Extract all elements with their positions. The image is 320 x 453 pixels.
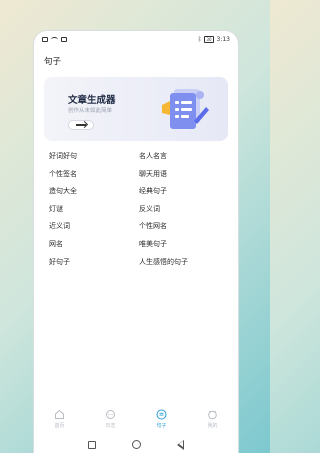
- wifi-icon: [51, 36, 58, 42]
- arrow-right-icon: [76, 124, 86, 126]
- category-item[interactable]: 好句子: [49, 257, 139, 275]
- category-item[interactable]: 反义词: [139, 204, 229, 222]
- banner-arrow-button[interactable]: [68, 120, 94, 130]
- category-item[interactable]: 唯美句子: [139, 239, 229, 257]
- system-nav-bar: [34, 435, 238, 453]
- notification-icon: [42, 36, 48, 42]
- tab-home[interactable]: 首页: [40, 409, 80, 429]
- tab-profile[interactable]: 我的: [193, 409, 233, 429]
- category-item[interactable]: 造句大全: [49, 186, 139, 204]
- category-item[interactable]: 灯谜: [49, 204, 139, 222]
- status-right: ᛒ 30 3:13: [197, 35, 230, 43]
- list-icon: [156, 409, 167, 420]
- tab-label: 首页: [54, 423, 65, 429]
- document-illustration-icon: [162, 89, 209, 129]
- category-item[interactable]: 经典句子: [139, 186, 229, 204]
- bottom-tab-bar: 首页 日志 句子 我的: [34, 405, 238, 435]
- category-item[interactable]: 网名: [49, 239, 139, 257]
- battery-icon: 30: [204, 35, 214, 43]
- category-item[interactable]: 名人名言: [139, 151, 229, 169]
- tab-label: 日志: [105, 423, 116, 429]
- bluetooth-icon: ᛒ: [197, 35, 202, 43]
- sim-icon: [61, 36, 67, 42]
- tab-list[interactable]: 句子: [142, 409, 182, 429]
- category-item[interactable]: 人生感悟的句子: [139, 257, 229, 275]
- category-item[interactable]: 近义词: [49, 221, 139, 239]
- category-item[interactable]: 好词好句: [49, 151, 139, 169]
- profile-icon: [207, 409, 218, 420]
- chat-icon: [105, 409, 116, 420]
- tab-label: 我的: [207, 423, 218, 429]
- back-icon[interactable]: [177, 439, 184, 450]
- category-item[interactable]: 聊天用语: [139, 169, 229, 187]
- article-generator-banner[interactable]: 文章生成器 创作从未如此简单: [44, 77, 228, 141]
- home-icon: [54, 409, 65, 420]
- home-nav-icon[interactable]: [132, 440, 141, 449]
- category-item[interactable]: 个性签名: [49, 169, 139, 187]
- status-left: [42, 36, 67, 42]
- page-title: 句子: [44, 57, 62, 67]
- banner-subtitle: 创作从未如此简单: [68, 108, 113, 114]
- banner-title: 文章生成器: [68, 95, 116, 106]
- phone-screen: ᛒ 30 3:13 句子 文章生成器 创作从未如此简单 好词好句 名人名言 个性签名…: [33, 30, 239, 453]
- tab-chat[interactable]: 日志: [91, 409, 131, 429]
- category-item[interactable]: 个性网名: [139, 221, 229, 239]
- status-bar: ᛒ 30 3:13: [34, 31, 238, 47]
- tab-label: 句子: [156, 423, 167, 429]
- category-list: 好词好句 名人名言 个性签名 聊天用语 造句大全 经典句子 灯谜 反义词 近义词 个性网名 网名 唯美…: [34, 141, 238, 274]
- recent-apps-icon[interactable]: [88, 440, 96, 449]
- status-time: 3:13: [216, 35, 230, 43]
